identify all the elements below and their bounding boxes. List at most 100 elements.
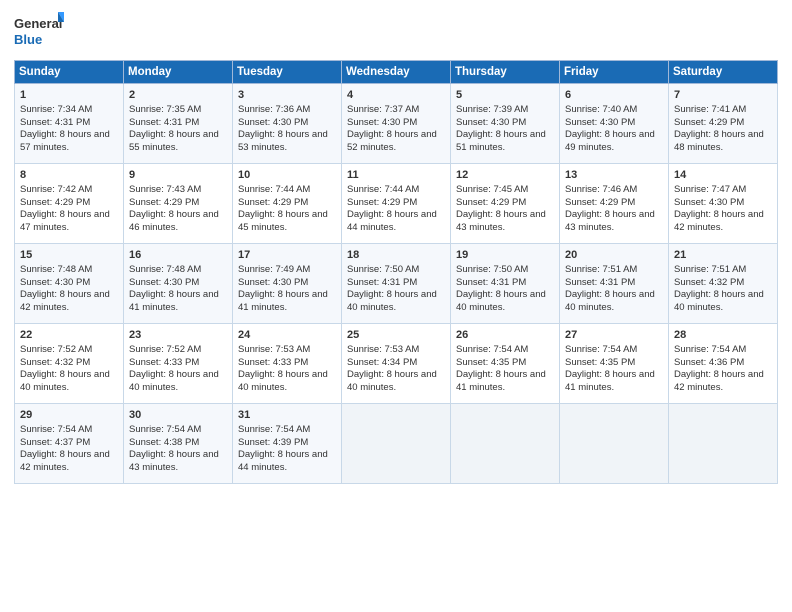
daylight-text: Daylight: 8 hours and 44 minutes.: [347, 209, 437, 233]
daylight-text: Daylight: 8 hours and 49 minutes.: [565, 129, 655, 153]
calendar-cell: [342, 404, 451, 484]
daylight-text: Daylight: 8 hours and 42 minutes.: [20, 449, 110, 473]
sunset-text: Sunset: 4:32 PM: [674, 277, 744, 288]
sunrise-text: Sunrise: 7:50 AM: [347, 264, 419, 275]
calendar-cell: 11Sunrise: 7:44 AMSunset: 4:29 PMDayligh…: [342, 164, 451, 244]
daylight-text: Daylight: 8 hours and 45 minutes.: [238, 209, 328, 233]
sunset-text: Sunset: 4:29 PM: [456, 197, 526, 208]
day-number: 25: [347, 328, 446, 343]
daylight-text: Daylight: 8 hours and 40 minutes.: [20, 369, 110, 393]
sunset-text: Sunset: 4:30 PM: [565, 117, 635, 128]
sunrise-text: Sunrise: 7:54 AM: [20, 424, 92, 435]
sunrise-text: Sunrise: 7:51 AM: [674, 264, 746, 275]
day-number: 16: [129, 248, 228, 263]
sunset-text: Sunset: 4:31 PM: [347, 277, 417, 288]
sunrise-text: Sunrise: 7:36 AM: [238, 104, 310, 115]
sunrise-text: Sunrise: 7:48 AM: [129, 264, 201, 275]
sunset-text: Sunset: 4:36 PM: [674, 357, 744, 368]
calendar-cell: 18Sunrise: 7:50 AMSunset: 4:31 PMDayligh…: [342, 244, 451, 324]
sunrise-text: Sunrise: 7:52 AM: [20, 344, 92, 355]
sunrise-text: Sunrise: 7:34 AM: [20, 104, 92, 115]
daylight-text: Daylight: 8 hours and 41 minutes.: [238, 289, 328, 313]
calendar-cell: 3Sunrise: 7:36 AMSunset: 4:30 PMDaylight…: [233, 84, 342, 164]
calendar-cell: 29Sunrise: 7:54 AMSunset: 4:37 PMDayligh…: [15, 404, 124, 484]
day-number: 2: [129, 88, 228, 103]
calendar-cell: 9Sunrise: 7:43 AMSunset: 4:29 PMDaylight…: [124, 164, 233, 244]
daylight-text: Daylight: 8 hours and 53 minutes.: [238, 129, 328, 153]
calendar-cell: [560, 404, 669, 484]
sunrise-text: Sunrise: 7:46 AM: [565, 184, 637, 195]
sunset-text: Sunset: 4:34 PM: [347, 357, 417, 368]
daylight-text: Daylight: 8 hours and 40 minutes.: [565, 289, 655, 313]
sunset-text: Sunset: 4:33 PM: [238, 357, 308, 368]
sunrise-text: Sunrise: 7:54 AM: [238, 424, 310, 435]
day-number: 1: [20, 88, 119, 103]
calendar-cell: 2Sunrise: 7:35 AMSunset: 4:31 PMDaylight…: [124, 84, 233, 164]
sunset-text: Sunset: 4:32 PM: [20, 357, 90, 368]
calendar-cell: 4Sunrise: 7:37 AMSunset: 4:30 PMDaylight…: [342, 84, 451, 164]
calendar-cell: [451, 404, 560, 484]
daylight-text: Daylight: 8 hours and 42 minutes.: [20, 289, 110, 313]
calendar-cell: 14Sunrise: 7:47 AMSunset: 4:30 PMDayligh…: [669, 164, 778, 244]
daylight-text: Daylight: 8 hours and 48 minutes.: [674, 129, 764, 153]
sunset-text: Sunset: 4:30 PM: [129, 277, 199, 288]
sunset-text: Sunset: 4:29 PM: [20, 197, 90, 208]
sunrise-text: Sunrise: 7:43 AM: [129, 184, 201, 195]
daylight-text: Daylight: 8 hours and 40 minutes.: [674, 289, 764, 313]
sunset-text: Sunset: 4:31 PM: [20, 117, 90, 128]
sunrise-text: Sunrise: 7:51 AM: [565, 264, 637, 275]
daylight-text: Daylight: 8 hours and 57 minutes.: [20, 129, 110, 153]
day-number: 28: [674, 328, 773, 343]
sunrise-text: Sunrise: 7:54 AM: [456, 344, 528, 355]
sunrise-text: Sunrise: 7:44 AM: [238, 184, 310, 195]
sunrise-text: Sunrise: 7:35 AM: [129, 104, 201, 115]
daylight-text: Daylight: 8 hours and 40 minutes.: [456, 289, 546, 313]
sunrise-text: Sunrise: 7:52 AM: [129, 344, 201, 355]
calendar-cell: [669, 404, 778, 484]
daylight-text: Daylight: 8 hours and 41 minutes.: [456, 369, 546, 393]
daylight-text: Daylight: 8 hours and 40 minutes.: [238, 369, 328, 393]
daylight-text: Daylight: 8 hours and 41 minutes.: [129, 289, 219, 313]
daylight-text: Daylight: 8 hours and 43 minutes.: [565, 209, 655, 233]
calendar-cell: 19Sunrise: 7:50 AMSunset: 4:31 PMDayligh…: [451, 244, 560, 324]
sunrise-text: Sunrise: 7:47 AM: [674, 184, 746, 195]
page-container: General Blue SundayMondayTuesdayWednesda…: [0, 0, 792, 490]
calendar-table: SundayMondayTuesdayWednesdayThursdayFrid…: [14, 60, 778, 484]
col-header-wednesday: Wednesday: [342, 61, 451, 84]
sunrise-text: Sunrise: 7:53 AM: [238, 344, 310, 355]
day-number: 21: [674, 248, 773, 263]
calendar-cell: 13Sunrise: 7:46 AMSunset: 4:29 PMDayligh…: [560, 164, 669, 244]
calendar-cell: 1Sunrise: 7:34 AM Sunset: 4:31 PMDaylight…: [15, 84, 124, 164]
sunset-text: Sunset: 4:30 PM: [20, 277, 90, 288]
day-number: 5: [456, 88, 555, 103]
logo: General Blue: [14, 10, 64, 52]
sunset-text: Sunset: 4:29 PM: [347, 197, 417, 208]
sunset-text: Sunset: 4:31 PM: [129, 117, 199, 128]
sunset-text: Sunset: 4:29 PM: [674, 117, 744, 128]
col-header-friday: Friday: [560, 61, 669, 84]
calendar-cell: 26Sunrise: 7:54 AMSunset: 4:35 PMDayligh…: [451, 324, 560, 404]
day-number: 17: [238, 248, 337, 263]
week-row-4: 22Sunrise: 7:52 AMSunset: 4:32 PMDayligh…: [15, 324, 778, 404]
sunrise-text: Sunrise: 7:54 AM: [565, 344, 637, 355]
day-number: 19: [456, 248, 555, 263]
day-number: 13: [565, 168, 664, 183]
daylight-text: Daylight: 8 hours and 52 minutes.: [347, 129, 437, 153]
day-number: 29: [20, 408, 119, 423]
calendar-cell: 30Sunrise: 7:54 AMSunset: 4:38 PMDayligh…: [124, 404, 233, 484]
sunset-text: Sunset: 4:38 PM: [129, 437, 199, 448]
col-header-sunday: Sunday: [15, 61, 124, 84]
sunset-text: Sunset: 4:29 PM: [238, 197, 308, 208]
day-number: 3: [238, 88, 337, 103]
sunset-text: Sunset: 4:30 PM: [456, 117, 526, 128]
day-number: 15: [20, 248, 119, 263]
daylight-text: Daylight: 8 hours and 51 minutes.: [456, 129, 546, 153]
daylight-text: Daylight: 8 hours and 41 minutes.: [565, 369, 655, 393]
sunrise-text: Sunrise: 7:45 AM: [456, 184, 528, 195]
day-number: 14: [674, 168, 773, 183]
day-number: 22: [20, 328, 119, 343]
sunrise-text: Sunrise: 7:41 AM: [674, 104, 746, 115]
sunset-text: Sunset: 4:35 PM: [456, 357, 526, 368]
day-number: 4: [347, 88, 446, 103]
daylight-text: Daylight: 8 hours and 42 minutes.: [674, 369, 764, 393]
